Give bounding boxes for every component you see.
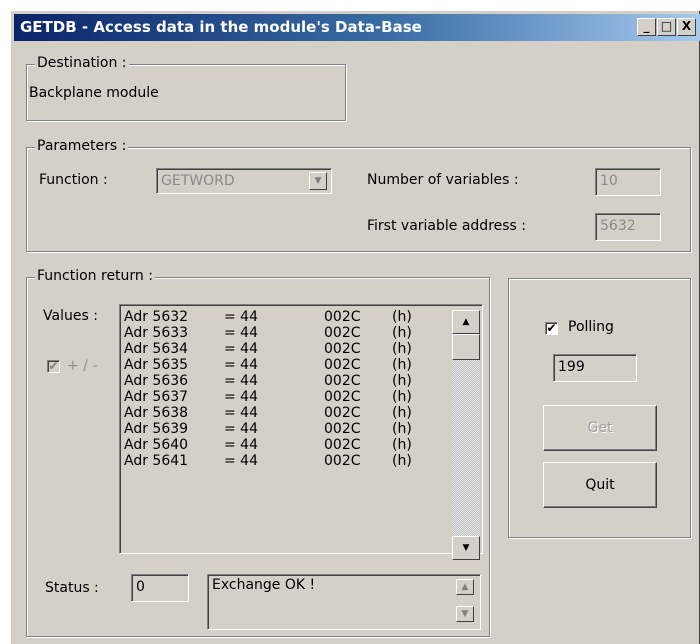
row-hex: 002C	[324, 357, 361, 373]
num-vars-label: Number of variables :	[367, 172, 519, 188]
row-unit: (h)	[392, 437, 412, 453]
row-value: = 44	[224, 325, 258, 341]
row-address: Adr 5639	[124, 421, 189, 437]
chevron-down-icon[interactable]: ▼	[309, 172, 327, 190]
destination-legend: Destination :	[35, 55, 129, 71]
row-value: = 44	[224, 373, 258, 389]
row-hex: 002C	[324, 453, 361, 469]
row-address: Adr 5638	[124, 405, 189, 421]
row-value: = 44	[224, 405, 258, 421]
status-scroll-up-button[interactable]: ▲	[456, 579, 474, 595]
row-unit: (h)	[392, 453, 412, 469]
row-value: = 44	[224, 437, 258, 453]
row-unit: (h)	[392, 309, 412, 325]
scroll-thumb[interactable]	[452, 334, 480, 360]
function-label: Function :	[39, 172, 108, 188]
polling-interval-field[interactable]: 199	[553, 354, 637, 382]
status-message-field[interactable]: Exchange OK ! ▲ ▼	[207, 574, 481, 630]
function-return-legend: Function return :	[35, 268, 155, 284]
polling-checkbox[interactable]: ✔	[545, 322, 558, 335]
values-list[interactable]: Adr 5632 = 44 002C (h) Adr 5633 = 44 002…	[119, 304, 483, 554]
status-message: Exchange OK !	[212, 577, 316, 593]
row-value: = 44	[224, 341, 258, 357]
scroll-up-button[interactable]: ▲	[452, 310, 480, 334]
maximize-button[interactable]: □	[657, 18, 676, 36]
row-unit: (h)	[392, 341, 412, 357]
row-address: Adr 5632	[124, 309, 189, 325]
get-button[interactable]: Get	[543, 405, 657, 451]
title-bar[interactable]: GETDB - Access data in the module's Data…	[14, 14, 700, 41]
row-unit: (h)	[392, 389, 412, 405]
row-value: = 44	[224, 421, 258, 437]
row-value: = 44	[224, 389, 258, 405]
destination-group: Destination : Backplane module	[26, 55, 346, 121]
plus-minus-checkbox[interactable]: ✔	[47, 360, 60, 373]
row-value: = 44	[224, 453, 258, 469]
polling-label: Polling	[568, 319, 614, 335]
values-label: Values :	[43, 308, 98, 324]
first-addr-field[interactable]: 5632	[595, 213, 661, 241]
row-hex: 002C	[324, 421, 361, 437]
num-vars-field[interactable]: 10	[595, 168, 661, 196]
row-hex: 002C	[324, 325, 361, 341]
row-hex: 002C	[324, 437, 361, 453]
row-hex: 002C	[324, 389, 361, 405]
row-unit: (h)	[392, 373, 412, 389]
row-unit: (h)	[392, 357, 412, 373]
row-hex: 002C	[324, 373, 361, 389]
row-hex: 002C	[324, 405, 361, 421]
row-address: Adr 5635	[124, 357, 189, 373]
row-unit: (h)	[392, 405, 412, 421]
status-code-field[interactable]: 0	[131, 574, 189, 602]
status-label: Status :	[45, 580, 99, 596]
row-hex: 002C	[324, 309, 361, 325]
parameters-legend: Parameters :	[35, 138, 129, 154]
row-unit: (h)	[392, 325, 412, 341]
close-button[interactable]: X	[677, 18, 696, 36]
row-address: Adr 5640	[124, 437, 189, 453]
function-select[interactable]: GETWORD ▼	[156, 168, 332, 194]
polling-group: ✔ Polling 199 Get Quit	[508, 278, 691, 538]
row-address: Adr 5641	[124, 453, 189, 469]
window-title: GETDB - Access data in the module's Data…	[20, 18, 422, 36]
function-return-group: Function return : Values : ✔ + / - Adr 5…	[26, 268, 490, 637]
minimize-button[interactable]: _	[637, 18, 656, 36]
plus-minus-label: + / -	[67, 358, 98, 374]
parameters-group: Parameters : Function : GETWORD ▼ Number…	[26, 138, 691, 252]
row-address: Adr 5637	[124, 389, 189, 405]
getdb-window: GETDB - Access data in the module's Data…	[10, 10, 700, 644]
first-addr-label: First variable address :	[367, 218, 527, 234]
row-address: Adr 5633	[124, 325, 189, 341]
row-value: = 44	[224, 357, 258, 373]
row-hex: 002C	[324, 341, 361, 357]
row-value: = 44	[224, 309, 258, 325]
function-select-value: GETWORD	[161, 173, 235, 189]
quit-button[interactable]: Quit	[543, 462, 657, 508]
destination-value: Backplane module	[29, 85, 159, 101]
row-address: Adr 5634	[124, 341, 189, 357]
row-address: Adr 5636	[124, 373, 189, 389]
row-unit: (h)	[392, 421, 412, 437]
status-scroll-down-button[interactable]: ▼	[456, 606, 474, 622]
scroll-down-button[interactable]: ▼	[452, 536, 480, 560]
